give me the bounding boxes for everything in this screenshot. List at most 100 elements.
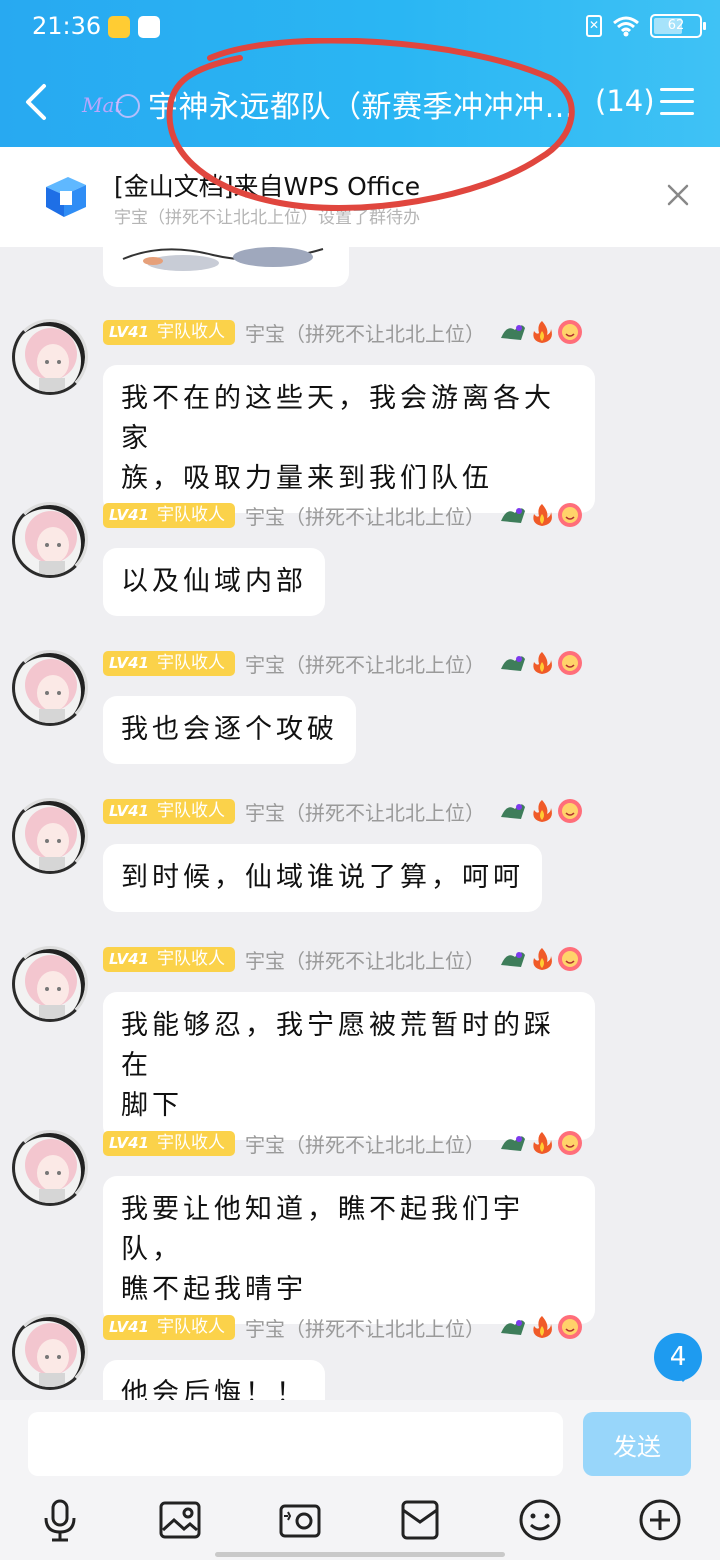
wps-docs-icon [46,177,86,217]
smile-flower-icon [557,1131,582,1155]
message-meta: LV41 宇队收人 宇宝（拼死不让北北上位） [103,1129,583,1158]
member-count[interactable]: (14) [595,84,655,118]
menu-icon[interactable] [660,88,694,118]
medal-badges [499,798,583,824]
dragon-icon [500,1136,525,1151]
message-bubble[interactable]: 到时候，仙域谁说了算，呵呵 [103,844,542,912]
sender-name[interactable]: 宇宝（拼死不让北北上位） [245,1313,485,1342]
message-meta: LV41 宇队收人 宇宝（拼死不让北北上位） [103,649,583,678]
send-button[interactable]: 发送 [583,1412,691,1476]
microphone-icon[interactable] [36,1496,84,1544]
message-bubble[interactable]: 我不在的这些天，我会游离各大家 族，吸取力量来到我们队伍 [103,365,595,513]
sender-name[interactable]: 宇宝（拼死不让北北上位） [245,649,485,678]
avatar-image [25,955,77,1019]
plus-icon[interactable] [636,1496,684,1544]
medal-badges [499,319,583,345]
sim-icon: ✕ [586,15,602,37]
fire-icon [533,948,552,970]
level-label: LV41 [109,322,149,341]
input-bar: 发送 [0,1400,720,1490]
avatar[interactable] [12,946,88,1022]
fire-icon [533,1316,552,1338]
level-label: LV41 [109,949,149,968]
emoji-icon[interactable] [516,1496,564,1544]
message-meta: LV41 宇队收人 宇宝（拼死不让北北上位） [103,945,583,974]
status-time: 21:36 [32,12,102,40]
rank-label: 宇队收人 [156,1132,225,1153]
message-meta: LV41 宇队收人 宇宝（拼死不让北北上位） [103,1313,583,1342]
avatar-image [25,328,77,392]
message-bubble[interactable]: 我要让他知道，瞧不起我们宇队， 瞧不起我晴宇 [103,1176,595,1324]
dragon-icon [500,508,525,523]
smile-flower-icon [557,947,582,971]
close-icon[interactable] [666,183,690,207]
input-toolbar [0,1490,720,1560]
avatar[interactable] [12,798,88,874]
fire-icon [533,652,552,674]
avatar[interactable] [12,1130,88,1206]
previous-sticker-image[interactable] [103,247,349,287]
group-logo-icon: Mat [81,93,140,118]
sender-name[interactable]: 宇宝（拼死不让北北上位） [245,1129,485,1158]
message-bubble[interactable]: 他会后悔！！ [103,1360,325,1400]
message-line: 我也会逐个攻破 [121,714,338,745]
medal-badges [499,1130,583,1156]
rank-label: 宇队收人 [156,321,225,342]
rank-label: 宇队收人 [156,800,225,821]
group-title[interactable]: 宇神永远都队（新赛季冲冲冲… [148,82,573,126]
status-bar: 21:36 ✕ 62 [0,0,720,56]
fire-icon [533,800,552,822]
header: 21:36 ✕ 62 Mat 宇神永远都队（新赛季冲冲冲… (14) [0,0,720,147]
fire-icon [533,1132,552,1154]
sender-name[interactable]: 宇宝（拼死不让北北上位） [245,797,485,826]
rank-label: 宇队收人 [156,504,225,525]
avatar[interactable] [12,1314,88,1390]
sender-name[interactable]: 宇宝（拼死不让北北上位） [245,945,485,974]
message-bubble[interactable]: 以及仙域内部 [103,548,325,616]
avatar-image [25,807,77,871]
notice-title: [金山文档]来自WPS Office [114,172,421,201]
message-bubble[interactable]: 我也会逐个攻破 [103,696,356,764]
message-line: 他会后悔！！ [121,1378,307,1400]
todo-notice-banner[interactable]: [金山文档]来自WPS Office 宇宝（拼死不让北北上位）设置了群待办 [0,147,720,247]
message-bubble[interactable]: 我能够忍，我宁愿被荒暂时的踩在 脚下 [103,992,595,1140]
sticker-icon [122,247,324,271]
dragon-icon [500,656,525,671]
back-arrow-icon[interactable] [16,80,56,124]
dragon-icon [500,1320,525,1335]
avatar[interactable] [12,650,88,726]
smile-flower-icon [557,799,582,823]
sender-name[interactable]: 宇宝（拼死不让北北上位） [245,501,485,530]
sender-name[interactable]: 宇宝（拼死不让北北上位） [245,318,485,347]
medal-badges [499,946,583,972]
message-meta: LV41 宇队收人 宇宝（拼死不让北北上位） [103,318,583,347]
red-packet-icon[interactable] [396,1496,444,1544]
dragon-icon [500,952,525,967]
avatar-image [25,511,77,575]
avatar-image [25,659,77,723]
image-icon[interactable] [156,1496,204,1544]
medal-badges [499,650,583,676]
level-badge: LV41 宇队收人 [103,946,235,972]
message-meta: LV41 宇队收人 宇宝（拼死不让北北上位） [103,797,583,826]
message-input[interactable] [28,1412,563,1476]
title-bar: Mat 宇神永远都队（新赛季冲冲冲… (14) [0,60,720,146]
battery-icon: 62 [650,14,706,38]
fire-icon [533,504,552,526]
level-badge: LV41 宇队收人 [103,1130,235,1156]
camera-icon[interactable] [276,1496,324,1544]
message-line: 族，吸取力量来到我们队伍 [121,463,493,494]
message-meta: LV41 宇队收人 宇宝（拼死不让北北上位） [103,501,583,530]
home-indicator[interactable] [215,1552,505,1557]
unread-count-badge[interactable]: 4 [654,1333,702,1382]
level-badge: LV41 宇队收人 [103,650,235,676]
level-badge: LV41 宇队收人 [103,319,235,345]
avatar[interactable] [12,319,88,395]
chat-area[interactable]: LV41 宇队收人 宇宝（拼死不让北北上位） 我不在的这些天，我会游离各大家 族，… [0,247,720,1400]
avatar-image [25,1139,77,1203]
level-label: LV41 [109,801,149,820]
level-label: LV41 [109,1133,149,1152]
level-label: LV41 [109,653,149,672]
avatar[interactable] [12,502,88,578]
fire-icon [533,321,552,343]
